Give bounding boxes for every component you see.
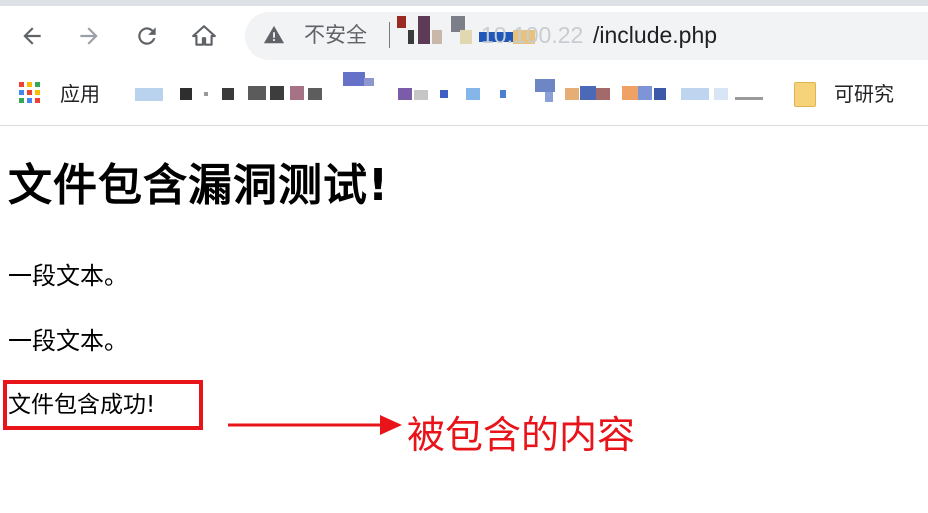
paragraph-1: 一段文本。 <box>8 262 128 290</box>
folder-icon <box>794 82 816 107</box>
annotation-arrow <box>228 415 402 435</box>
browser-toolbar: 不安全 10.100.22 /include.php <box>0 0 928 77</box>
reload-button[interactable] <box>131 20 163 52</box>
home-button[interactable] <box>188 20 220 52</box>
security-status-label[interactable]: 不安全 <box>304 22 367 48</box>
tab-strip <box>0 0 928 6</box>
forward-button[interactable] <box>73 20 105 52</box>
annotation-label: 被包含的内容 <box>407 413 636 457</box>
page-title: 文件包含漏洞测试! <box>8 160 390 211</box>
apps-grid-icon[interactable] <box>19 82 46 109</box>
omnibox-separator <box>389 22 390 48</box>
warning-triangle-icon <box>263 25 285 44</box>
url-path-text[interactable]: /include.php <box>593 22 717 48</box>
bookmark-folder-label[interactable]: 可研究 <box>834 82 894 106</box>
back-button[interactable] <box>16 20 48 52</box>
reload-icon <box>138 27 156 45</box>
bookmarks-bar <box>0 77 928 125</box>
forward-arrow-icon <box>80 27 98 45</box>
paragraph-2: 一段文本。 <box>8 327 128 355</box>
url-host-text: 10.100.22 <box>481 22 584 48</box>
back-arrow-icon <box>23 27 41 45</box>
highlight-box <box>3 380 203 430</box>
bookmark-apps-label[interactable]: 应用 <box>60 82 100 106</box>
home-icon <box>192 25 216 46</box>
